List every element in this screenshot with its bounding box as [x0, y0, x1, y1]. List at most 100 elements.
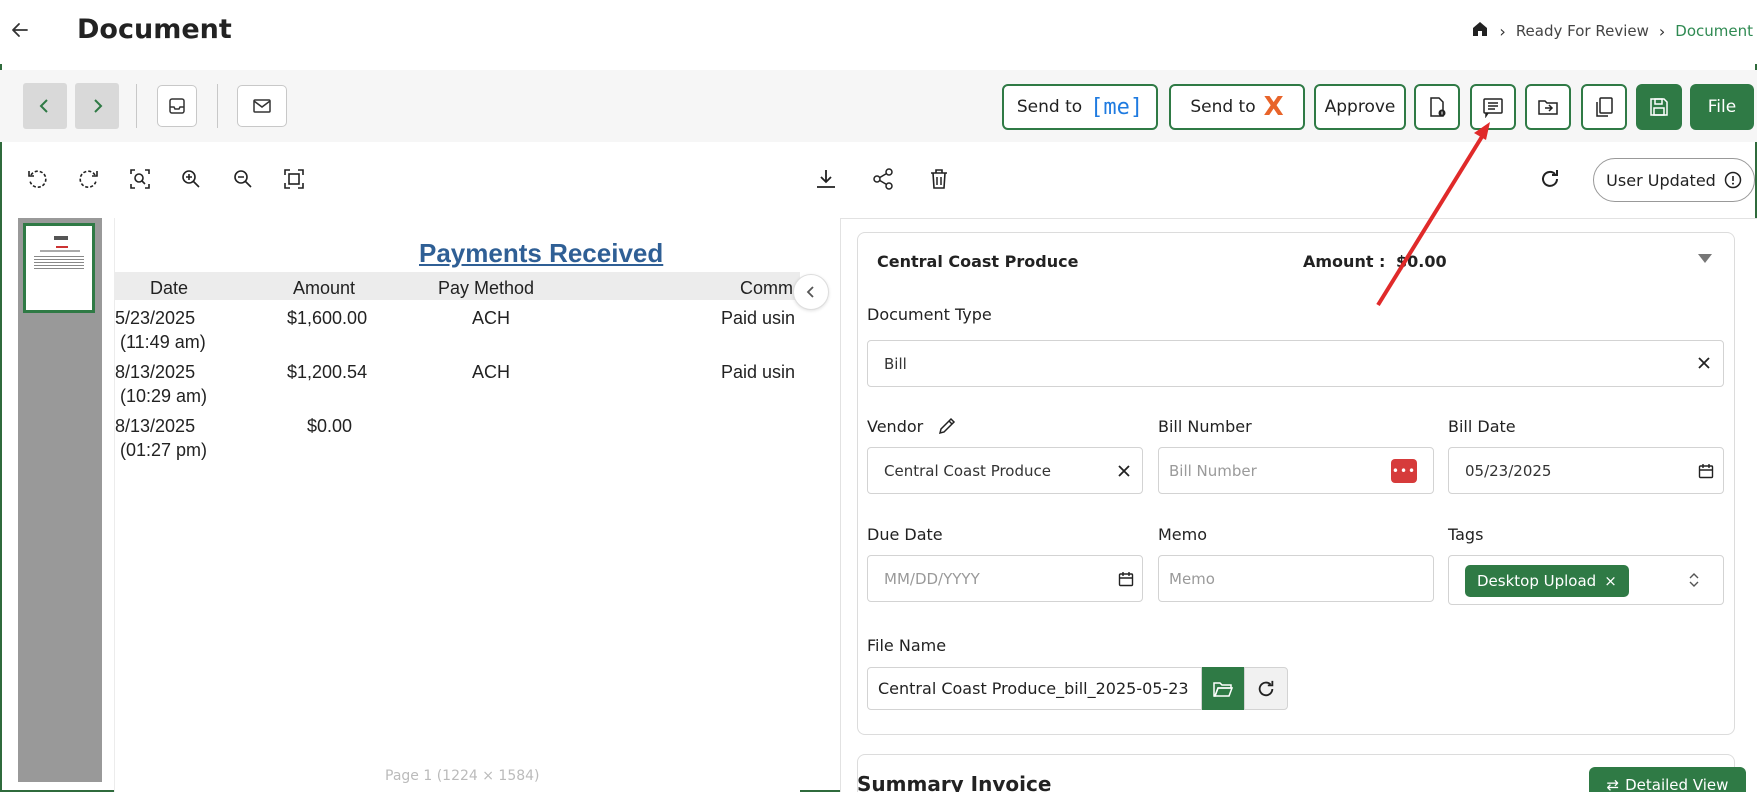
file-name-input[interactable]: Central Coast Produce_bill_2025-05-23 [867, 667, 1202, 710]
chevron-left-icon [39, 99, 48, 113]
breadcrumb-ready-for-review[interactable]: Ready For Review [1516, 22, 1649, 40]
move-folder-icon [1538, 100, 1558, 115]
share-icon[interactable] [870, 166, 896, 192]
document-toolbar: Send to [me] Send to X Approve File [0, 70, 1757, 142]
divider [217, 84, 218, 128]
trash-icon[interactable] [926, 166, 952, 192]
send-to-me-label: Send to [1016, 97, 1083, 117]
bill-date-value: 05/23/2025 [1465, 461, 1552, 480]
rotate-right-icon[interactable] [76, 166, 102, 192]
back-arrow-icon[interactable] [8, 18, 32, 42]
download-icon[interactable] [813, 166, 839, 192]
chevron-right-icon: › [1499, 21, 1506, 41]
vendor-field[interactable]: Central Coast Produce [867, 447, 1143, 494]
clear-icon[interactable] [1116, 463, 1132, 479]
column-comment: Comm [740, 278, 793, 298]
header: Document › Ready For Review › Document [0, 0, 1757, 64]
chevron-left-icon [806, 286, 814, 298]
inbox-icon [169, 98, 185, 114]
document-info-button[interactable] [1414, 84, 1460, 130]
chevron-right-icon [94, 99, 103, 113]
breadcrumb-document[interactable]: Document [1675, 22, 1753, 40]
chevron-right-icon: › [1658, 21, 1666, 41]
row1-comment: Paid usin [721, 308, 796, 328]
regenerate-filename-button[interactable] [1244, 667, 1288, 710]
edit-pencil-icon[interactable] [936, 415, 958, 437]
home-icon[interactable] [1471, 20, 1489, 42]
comment-icon [1483, 98, 1503, 118]
column-date: Date [150, 278, 189, 298]
file-name-label: File Name [867, 636, 947, 655]
password-dots-icon[interactable]: ••• [1391, 459, 1417, 483]
select-arrows-icon[interactable] [1686, 571, 1702, 589]
document-heading: Payments Received [419, 238, 664, 268]
due-date-placeholder: MM/DD/YYYY [884, 569, 980, 588]
x-logo: X [1263, 92, 1284, 122]
row2-date: 8/13/2025 [115, 362, 196, 382]
remove-tag-icon[interactable]: × [1604, 572, 1617, 590]
clear-icon[interactable] [1696, 355, 1712, 371]
info-icon [1724, 171, 1742, 189]
page-title: Document [77, 14, 232, 45]
send-to-x-button[interactable]: Send to X [1169, 84, 1305, 130]
bill-number-placeholder: Bill Number [1169, 461, 1257, 480]
memo-field[interactable]: Memo [1158, 555, 1434, 602]
collapse-preview-button[interactable] [793, 274, 829, 310]
page-thumbnail[interactable] [23, 223, 95, 313]
summary-invoice-title: Summary Invoice [857, 772, 1052, 792]
save-icon [1650, 98, 1668, 116]
detailed-view-button[interactable]: ⇄ Detailed View [1589, 767, 1746, 792]
email-button[interactable] [237, 85, 287, 127]
file-name-value: Central Coast Produce_bill_2025-05-23 [878, 679, 1189, 698]
row1-method: ACH [472, 308, 511, 328]
rotate-left-icon[interactable] [24, 166, 50, 192]
column-amount: Amount [293, 278, 356, 298]
document-type-label: Document Type [867, 305, 992, 324]
zoom-selection-icon[interactable] [127, 166, 153, 192]
calendar-icon[interactable] [1697, 462, 1715, 480]
refresh-icon[interactable] [1537, 166, 1563, 192]
next-document-button[interactable] [75, 83, 119, 129]
zoom-out-icon[interactable] [230, 166, 256, 192]
fit-screen-icon[interactable] [281, 166, 307, 192]
collapse-card-icon[interactable] [1698, 254, 1712, 263]
approve-label: Approve [1324, 97, 1396, 117]
file-button[interactable]: File [1690, 84, 1754, 130]
bill-date-field[interactable]: 05/23/2025 [1448, 447, 1724, 494]
document-preview: Payments Received Date Amount Pay Method… [114, 218, 800, 792]
column-pay-method: Pay Method [438, 278, 535, 298]
open-folder-icon [1213, 681, 1234, 697]
due-date-label: Due Date [867, 525, 943, 544]
tags-label: Tags [1448, 525, 1484, 544]
approve-button[interactable]: Approve [1314, 84, 1406, 130]
due-date-field[interactable]: MM/DD/YYYY [867, 555, 1143, 602]
document-type-field[interactable]: Bill [867, 340, 1724, 387]
row2-time: (10:29 am) [120, 386, 208, 406]
memo-label: Memo [1158, 525, 1208, 544]
copy-icon [1596, 97, 1613, 117]
send-to-x-label: Send to [1190, 97, 1256, 117]
copy-button[interactable] [1581, 84, 1627, 130]
move-folder-button[interactable] [1525, 84, 1571, 130]
swap-icon: ⇄ [1606, 776, 1620, 792]
previous-document-button[interactable] [23, 83, 67, 129]
inbox-button[interactable] [157, 85, 197, 127]
vendor-value: Central Coast Produce [884, 461, 1051, 480]
vendor-label: Vendor [867, 417, 924, 436]
send-to-me-button[interactable]: Send to [me] [1002, 84, 1158, 130]
status-badge[interactable]: User Updated [1593, 158, 1755, 202]
open-folder-button[interactable] [1202, 667, 1244, 710]
mail-icon [253, 99, 271, 113]
calendar-icon[interactable] [1117, 570, 1135, 588]
save-button[interactable] [1636, 84, 1682, 130]
row2-comment: Paid usin [721, 362, 796, 382]
comment-button[interactable] [1470, 84, 1516, 130]
row3-date: 8/13/2025 [115, 416, 196, 436]
zoom-in-icon[interactable] [178, 166, 204, 192]
row3-time: (01:27 pm) [120, 440, 208, 460]
row2-method: ACH [472, 362, 511, 382]
row1-amount: $1,600.00 [287, 308, 368, 328]
row1-date: 5/23/2025 [115, 308, 196, 328]
divider [136, 84, 137, 128]
status-label: User Updated [1606, 170, 1716, 190]
